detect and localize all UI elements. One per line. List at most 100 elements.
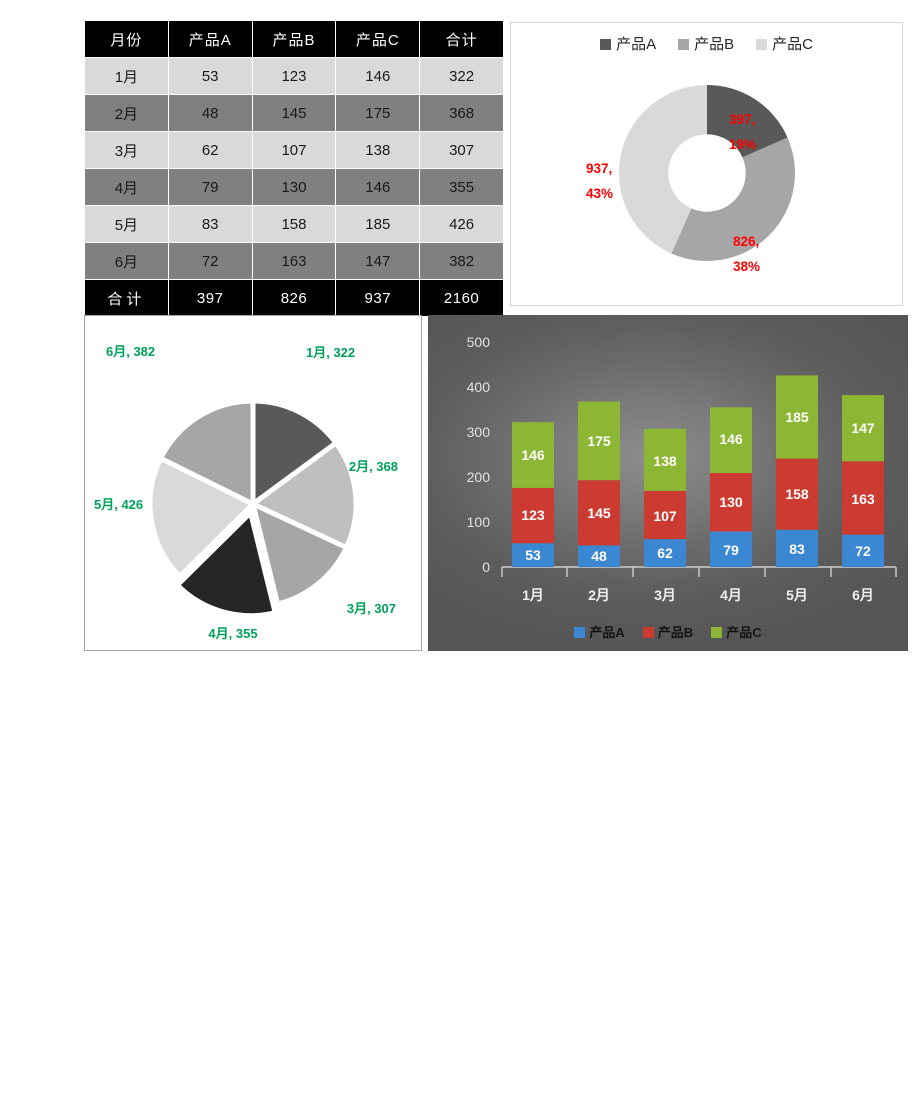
cell-product-a: 48 [167,94,253,132]
bar-value-product-a: 48 [591,548,607,564]
doughnut-label-product-b-pct: 38% [733,259,760,274]
legend-label: 产品B [694,36,735,53]
cell-product-a: 83 [167,205,253,243]
y-axis-tick-500: 500 [467,334,491,350]
cell-product-b: 130 [251,168,337,206]
x-axis-label-april: 4月 [720,587,742,603]
table-header-product-c: 产品C [335,20,421,58]
table-header-product-a: 产品A [167,20,253,58]
cell-total: 307 [419,131,504,169]
bar-value-product-c: 146 [719,431,743,447]
cell-product-a: 62 [167,131,253,169]
table-row: 2月 48 145 175 368 [84,94,504,132]
bar-value-product-a: 83 [789,541,805,557]
cell-product-b: 123 [251,57,337,95]
cell-month: 3月 [84,131,169,169]
cell-month: 4月 [84,168,169,206]
legend-item-product-a[interactable]: 产品A [574,626,625,639]
cell-total: 322 [419,57,504,95]
cell-grand-total: 2160 [419,279,504,317]
cell-product-c: 147 [335,242,421,280]
table-row: 4月 79 130 146 355 [84,168,504,206]
cell-product-a: 53 [167,57,253,95]
doughnut-label-product-a-value: 397, [729,112,755,127]
bar-value-product-a: 79 [723,542,739,558]
table-header-row: 月份 产品A 产品B 产品C 合计 [84,20,504,58]
bar-value-product-c: 185 [785,409,809,425]
stacked-bar-chart-legend: 产品A 产品B 产品C [428,626,908,639]
bar-value-product-c: 147 [851,420,875,436]
legend-swatch-icon [600,39,612,50]
cell-product-c: 146 [335,168,421,206]
legend-swatch-icon [642,627,654,638]
x-axis-label-march: 3月 [654,587,676,603]
legend-item-product-a[interactable]: 产品A [600,37,656,52]
legend-swatch-icon [711,627,723,638]
legend-label: 产品B [657,625,694,640]
cell-total-label: 合计 [84,279,169,317]
y-axis-tick-100: 100 [467,514,491,530]
cell-product-a: 79 [167,168,253,206]
legend-label: 产品C [726,625,762,640]
legend-swatch-icon [678,39,690,50]
x-axis-label-february: 2月 [588,587,610,603]
cell-product-b: 158 [251,205,337,243]
bar-value-product-c: 146 [521,447,545,463]
bar-value-product-b: 158 [785,486,809,502]
cell-product-a: 72 [167,242,253,280]
legend-item-product-c[interactable]: 产品C [756,37,813,52]
bar-value-product-b: 123 [521,507,545,523]
bar-value-product-b: 163 [851,491,875,507]
cell-month: 1月 [84,57,169,95]
table-row: 1月 53 123 146 322 [84,57,504,95]
cell-total-product-a: 397 [167,279,253,317]
doughnut-chart-graphic: 397, 19% 826, 38% 937, 43% [586,85,795,274]
y-axis-tick-200: 200 [467,469,491,485]
legend-label: 产品A [616,36,657,53]
x-axis-label-may: 5月 [786,587,808,603]
stacked-bar-chart-panel: 500 400 300 200 100 0 53 123 146 48 145 … [428,315,908,651]
legend-label: 产品C [772,36,813,53]
y-axis-tick-400: 400 [467,379,491,395]
cell-product-b: 145 [251,94,337,132]
pie-label-february: 2月, 368 [349,459,398,474]
table-row: 5月 83 158 185 426 [84,205,504,243]
pie-label-april: 4月, 355 [208,626,257,641]
pie-label-may: 5月, 426 [94,497,143,512]
cell-product-c: 146 [335,57,421,95]
doughnut-label-product-a-pct: 19% [729,137,756,152]
pie-chart-panel: 1月, 322 2月, 368 3月, 307 4月, 355 5月, 426 … [84,315,422,651]
pie-label-march: 3月, 307 [347,601,396,616]
cell-total-product-b: 826 [251,279,337,317]
bar-value-product-b: 107 [653,508,677,524]
legend-swatch-icon [756,39,768,50]
legend-item-product-c[interactable]: 产品C [711,625,762,640]
table-row: 6月 72 163 147 382 [84,242,504,280]
cell-product-c: 185 [335,205,421,243]
pie-chart-graphic: 1月, 322 2月, 368 3月, 307 4月, 355 5月, 426 … [94,344,398,641]
table-header-total: 合计 [419,20,504,58]
pie-label-june: 6月, 382 [106,344,155,359]
doughnut-label-product-b-value: 826, [733,234,759,249]
table-header-product-b: 产品B [251,20,337,58]
cell-month: 2月 [84,94,169,132]
pie-label-january: 1月, 322 [306,345,355,360]
doughnut-label-product-c-value: 937, [586,161,612,176]
bar-value-product-b: 130 [719,494,743,510]
cell-total: 382 [419,242,504,280]
cell-total: 426 [419,205,504,243]
cell-total-product-c: 937 [335,279,421,317]
cell-total: 368 [419,94,504,132]
y-axis-tick-0: 0 [482,559,490,575]
cell-total: 355 [419,168,504,206]
bar-value-product-b: 145 [587,505,611,521]
stacked-bar-chart-graphic: 500 400 300 200 100 0 53 123 146 48 145 … [467,334,897,603]
bar-value-product-a: 53 [525,547,541,563]
x-axis-label-june: 6月 [852,587,874,603]
bar-value-product-c: 175 [587,433,611,449]
x-axis-label-january: 1月 [522,587,544,603]
legend-item-product-b[interactable]: 产品B [678,37,734,52]
legend-item-product-b[interactable]: 产品B [642,625,694,640]
cell-product-b: 107 [251,131,337,169]
doughnut-label-product-c-pct: 43% [586,186,613,201]
